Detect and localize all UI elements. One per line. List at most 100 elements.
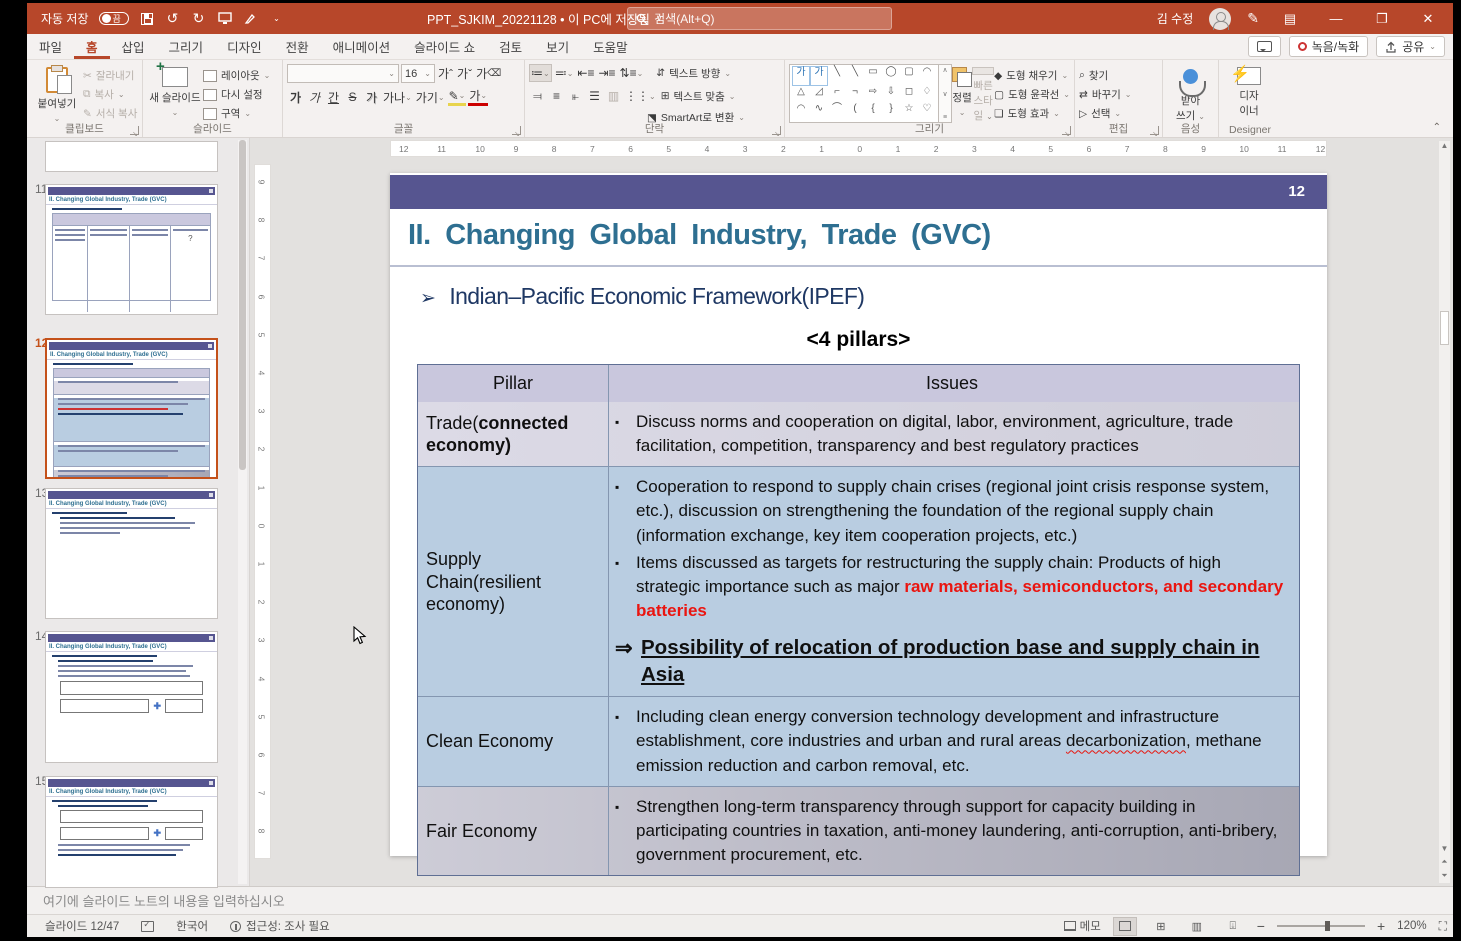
spell-check-icon[interactable] — [141, 921, 154, 932]
issues-cell[interactable]: ▪Strengthen long-term transparency throu… — [609, 787, 1299, 875]
autosave-toggle[interactable]: 끔 — [99, 12, 129, 25]
tab-view[interactable]: 보기 — [534, 34, 581, 59]
reading-view-button[interactable]: ▥ — [1185, 917, 1209, 936]
increase-font-button[interactable]: 가ˆ — [437, 65, 454, 83]
pillar-cell[interactable]: Supply Chain(resilient economy) — [418, 467, 609, 696]
arrange-button[interactable]: 정렬 ⌄ — [952, 64, 972, 123]
scroll-thumb[interactable] — [1440, 311, 1449, 345]
section-button[interactable]: 구역 ⌄ — [203, 106, 270, 121]
reset-button[interactable]: 다시 설정 — [203, 87, 270, 102]
tab-home[interactable]: 홈 — [74, 34, 110, 59]
tab-insert[interactable]: 삽입 — [110, 34, 157, 59]
record-button[interactable]: 녹음/녹화 — [1289, 36, 1369, 57]
pillars-table[interactable]: Pillar Issues Trade(connected economy)▪D… — [417, 364, 1300, 876]
slide-header-bar[interactable]: 12 — [390, 175, 1327, 209]
table-header-row[interactable]: Pillar Issues — [418, 365, 1299, 402]
close-button[interactable]: ✕ — [1413, 3, 1443, 34]
clipboard-dialog-launcher[interactable] — [130, 126, 139, 135]
replace-button[interactable]: ⇄ 바꾸기 ⌄ — [1079, 87, 1132, 102]
zoom-slider[interactable] — [1277, 925, 1365, 927]
numbering-button[interactable]: ≕⌄ — [554, 64, 575, 82]
shapes-gallery-scroll[interactable]: ∧∨≡ — [939, 64, 952, 123]
tab-help[interactable]: 도움말 — [581, 34, 640, 59]
save-button[interactable] — [139, 11, 155, 27]
header-pillar-cell[interactable]: Pillar — [418, 365, 609, 402]
header-issues-cell[interactable]: Issues — [609, 365, 1299, 402]
redo-button[interactable]: ↻ — [191, 11, 207, 27]
pillar-cell[interactable]: Trade(connected economy) — [418, 402, 609, 466]
designer-button[interactable]: ⚡ 디자이너 — [1223, 64, 1275, 123]
change-case-button[interactable]: 가기⌄ — [415, 88, 446, 106]
accessibility-button[interactable]: 접근성: 조사 필요 — [230, 918, 330, 934]
ribbon-display-options-button[interactable]: ▤ — [1275, 3, 1305, 34]
thumbnail-slide-15[interactable]: II. Changing Global Industry, Trade (GVC… — [45, 776, 218, 888]
pillar-cell[interactable]: Clean Economy — [418, 697, 609, 785]
text-direction-button[interactable]: ⇵ 텍스트 방향 ⌄ — [656, 66, 731, 81]
quick-styles-button[interactable]: 빠른스타일 ⌄ — [972, 64, 994, 123]
pillar-cell[interactable]: Fair Economy — [418, 787, 609, 875]
shape-outline-button[interactable]: ▢ 도형 윤곽선 ⌄ — [994, 87, 1070, 102]
undo-button[interactable]: ↺ — [165, 11, 181, 27]
shape-fill-button[interactable]: ◆ 도형 채우기 ⌄ — [994, 68, 1070, 83]
thumbnail-scrollbar[interactable] — [238, 140, 247, 884]
slideshow-view-button[interactable]: ⍗ — [1221, 917, 1245, 936]
issues-cell[interactable]: ▪Cooperation to respond to supply chain … — [609, 467, 1299, 696]
highlight-color-button[interactable]: ✎⌄ — [448, 88, 467, 106]
fit-to-window-button[interactable]: ⛶ — [1439, 919, 1447, 934]
zoom-slider-thumb[interactable] — [1325, 921, 1330, 931]
slide-title[interactable]: II. Changing Global Industry, Trade (GVC… — [408, 219, 1308, 252]
thumbnail-slide-10-partial[interactable] — [45, 141, 218, 172]
format-painter-quick-button[interactable] — [243, 11, 259, 27]
thumbnail-slide-12[interactable]: II. Changing Global Industry, Trade (GVC… — [45, 338, 218, 479]
comments-button[interactable] — [1248, 36, 1281, 57]
maximize-button[interactable]: ❐ — [1367, 3, 1397, 34]
language-button[interactable]: 한국어 — [176, 918, 208, 934]
search-box[interactable] — [627, 7, 892, 30]
bullets-button[interactable]: ≔⌄ — [529, 64, 552, 82]
format-painter-button[interactable]: ✎ 서식 복사 — [83, 106, 137, 121]
next-slide-button[interactable]: ⏷ — [1439, 871, 1450, 881]
zoom-in-button[interactable]: + — [1377, 918, 1385, 934]
table-caption[interactable]: <4 pillars> — [417, 328, 1300, 352]
tab-animations[interactable]: 애니메이션 — [321, 34, 403, 59]
scroll-down-icon[interactable]: ▼ — [1439, 844, 1450, 853]
decrease-indent-button[interactable]: ⇤≡ — [576, 64, 595, 82]
align-text-button[interactable]: ⊞ 텍스트 맞춤 ⌄ — [661, 89, 736, 104]
scroll-up-icon[interactable]: ▲ — [1439, 141, 1450, 150]
drawing-dialog-launcher[interactable] — [1062, 126, 1071, 135]
tab-draw[interactable]: 그리기 — [157, 34, 216, 59]
table-row[interactable]: Supply Chain(resilient economy)▪Cooperat… — [418, 466, 1299, 696]
editing-dialog-launcher[interactable] — [1150, 126, 1159, 135]
slide-scrollbar[interactable]: ▲ ▼ ⏶ ⏷ — [1439, 141, 1450, 883]
font-dialog-launcher[interactable] — [512, 126, 521, 135]
justify-button[interactable]: ☰ — [586, 87, 603, 105]
font-name-select[interactable]: ⌄ — [287, 64, 399, 83]
layout-button[interactable]: 레이아웃 ⌄ — [203, 68, 270, 83]
align-right-button[interactable]: ⫦ — [567, 87, 584, 105]
line-spacing-button[interactable]: ⇅≡⌄ — [619, 64, 645, 82]
tab-design[interactable]: 디자인 — [215, 34, 274, 59]
font-color-button[interactable]: 가⌄ — [468, 88, 488, 106]
notes-toggle-button[interactable]: 메모 — [1064, 918, 1101, 934]
shapes-gallery[interactable]: 가가╲╲▭◯▢◠ △◿⌐¬⇨⇩◻♢ ◠∿⌒({}☆♡ — [789, 64, 939, 123]
issues-cell[interactable]: ▪Discuss norms and cooperation on digita… — [609, 402, 1299, 466]
increase-indent-button[interactable]: ⇥≡ — [597, 64, 616, 82]
previous-slide-button[interactable]: ⏶ — [1439, 857, 1450, 867]
thumbnail-scroll-thumb[interactable] — [239, 140, 246, 470]
issues-cell[interactable]: ▪Including clean energy conversion techn… — [609, 697, 1299, 785]
tab-file[interactable]: 파일 — [27, 34, 74, 59]
find-button[interactable]: ⌕ 찾기 — [1079, 68, 1132, 83]
paragraph-dialog-launcher[interactable] — [772, 126, 781, 135]
columns-button[interactable]: ▥ — [605, 87, 622, 105]
decrease-font-button[interactable]: 가ˇ — [456, 65, 473, 83]
text-shadow-button[interactable]: 가 — [363, 88, 380, 106]
normal-view-button[interactable] — [1113, 917, 1137, 936]
copy-button[interactable]: ⧉ 복사 ⌄ — [83, 87, 137, 102]
notes-pane[interactable]: 여기에 슬라이드 노트의 내용을 입력하십시오 — [27, 886, 1453, 914]
slide-sorter-view-button[interactable]: ⊞ — [1149, 917, 1173, 936]
distribute-button[interactable]: ⋮⋮⌄ — [624, 87, 657, 105]
slide-bullet-line[interactable]: ➢Indian–Pacific Economic Framework(IPEF) — [420, 283, 864, 310]
align-center-button[interactable]: ≡ — [548, 87, 565, 105]
share-button[interactable]: 공유 ⌄ — [1376, 36, 1445, 57]
italic-button[interactable]: 가 — [306, 88, 323, 106]
